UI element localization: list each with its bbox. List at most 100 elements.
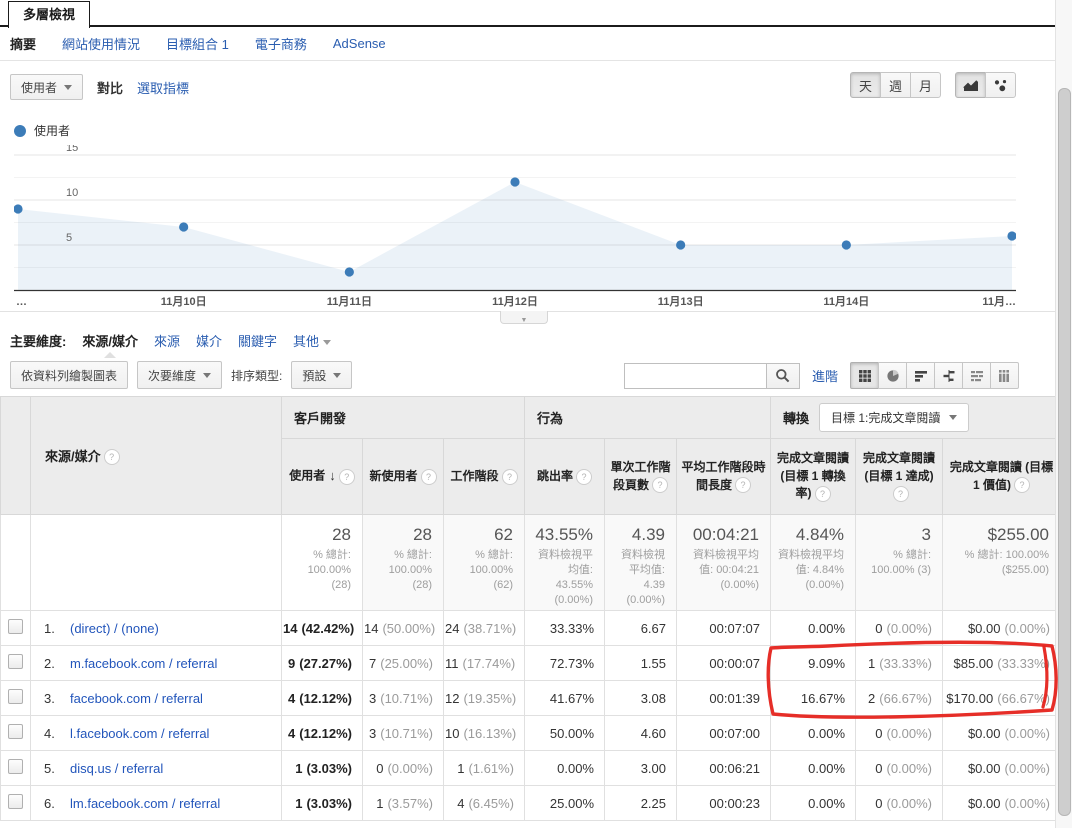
row-checkbox-cell <box>1 786 31 821</box>
percentage-view-button[interactable] <box>878 362 907 389</box>
advanced-filter-link[interactable]: 進階 <box>812 366 838 385</box>
svg-text:11月10日: 11月10日 <box>161 295 207 308</box>
metric-group-label: 轉換 <box>783 408 809 427</box>
metric-value: 9 <box>288 656 295 671</box>
subnav-adsense[interactable]: AdSense <box>333 36 386 51</box>
totals-dimension-cell <box>31 515 282 611</box>
comparison-view-button[interactable] <box>934 362 963 389</box>
help-icon <box>893 486 909 502</box>
sort-type-dropdown[interactable]: 預設 <box>291 361 352 389</box>
help-icon <box>502 469 518 485</box>
metric-value: 0 <box>875 726 882 741</box>
metric-value: 9.09% <box>808 656 845 671</box>
ga-explorer-page: 多層檢視 摘要 網站使用情況 目標組合 1 電子商務 AdSense 使用者 對… <box>0 0 1072 828</box>
row-checkbox[interactable] <box>8 794 23 809</box>
source-link[interactable]: disq.us / referral <box>70 761 163 776</box>
metric-value: 24 <box>445 621 459 636</box>
metric-cell: 72.73% <box>525 646 605 681</box>
search-input[interactable] <box>624 363 766 389</box>
performance-view-button[interactable] <box>906 362 935 389</box>
metric-group-header: 轉換目標 1:完成文章閱讀 <box>771 397 1061 439</box>
subnav-site-usage[interactable]: 網站使用情況 <box>62 34 140 53</box>
pivot-view-button[interactable] <box>990 362 1019 389</box>
dimension-source[interactable]: 來源 <box>154 331 180 350</box>
metric-percent: (3.03%) <box>306 796 352 811</box>
dimension-column-header[interactable]: 來源/媒介 <box>31 397 282 515</box>
tab-explorer[interactable]: 多層檢視 <box>8 1 90 28</box>
row-index: 5. <box>44 761 70 776</box>
metric-value: 0 <box>875 621 882 636</box>
chevron-down-icon <box>333 373 341 378</box>
granularity-month-button[interactable]: 月 <box>910 72 941 98</box>
totals-subtext: 資料檢視平均值: 4.39 (0.00%) <box>606 545 675 607</box>
vertical-scrollbar[interactable] <box>1055 0 1072 828</box>
metric-cell: 00:07:07 <box>677 611 771 646</box>
source-link[interactable]: l.facebook.com / referral <box>70 726 209 741</box>
motion-chart-button[interactable] <box>985 72 1016 98</box>
metric-column-header[interactable]: 使用者 <box>282 439 363 515</box>
metric-value: 00:07:07 <box>709 621 760 636</box>
metric-cell: 11(17.74%) <box>444 646 525 681</box>
scrollbar-thumb[interactable] <box>1058 88 1071 816</box>
metric-group-header: 客戶開發 <box>282 397 525 439</box>
plot-rows-button[interactable]: 依資料列繪製圖表 <box>10 361 128 389</box>
metric-cell: 3.00 <box>605 751 677 786</box>
chevron-down-icon <box>203 373 211 378</box>
subnav-ecommerce[interactable]: 電子商務 <box>255 34 307 53</box>
goal-selector-dropdown[interactable]: 目標 1:完成文章閱讀 <box>819 403 969 432</box>
data-point <box>345 267 354 276</box>
dimension-keyword[interactable]: 關鍵字 <box>238 331 277 350</box>
subnav-goal-set-1[interactable]: 目標組合 1 <box>166 34 229 53</box>
sort-descending-icon <box>329 468 336 483</box>
metric-cell: $0.00(0.00%) <box>943 716 1061 751</box>
metric-column-header[interactable]: 平均工作階段時間長度 <box>677 439 771 515</box>
metric-column-header[interactable]: 單次工作階段頁數 <box>605 439 677 515</box>
metric-value: 0 <box>875 796 882 811</box>
term-cloud-view-button[interactable] <box>962 362 991 389</box>
data-point <box>842 240 851 249</box>
legend-series-label: 使用者 <box>34 122 70 139</box>
source-link[interactable]: m.facebook.com / referral <box>70 656 217 671</box>
metric-value: 0 <box>875 761 882 776</box>
dimension-source-medium[interactable]: 來源/媒介 <box>82 331 138 350</box>
row-checkbox[interactable] <box>8 689 23 704</box>
source-link[interactable]: lm.facebook.com / referral <box>70 796 220 811</box>
metric-value: 10 <box>445 726 459 741</box>
search-button[interactable] <box>766 363 800 389</box>
table-view-button[interactable] <box>850 362 879 389</box>
series-dot-icon <box>14 125 26 137</box>
select-metric-link[interactable]: 選取指標 <box>137 78 189 97</box>
annotations-expand-handle[interactable] <box>500 311 548 324</box>
metric-cell: 41.67% <box>525 681 605 716</box>
metric-value: 41.67% <box>550 691 594 706</box>
metric-column-header[interactable]: 工作階段 <box>444 439 525 515</box>
metric-column-header[interactable]: 完成文章閱讀 (目標 1 達成) <box>856 439 943 515</box>
line-chart-button[interactable] <box>955 72 986 98</box>
row-checkbox[interactable] <box>8 724 23 739</box>
svg-text:11月11日: 11月11日 <box>327 295 372 308</box>
metric-value: 4.60 <box>641 726 666 741</box>
row-checkbox[interactable] <box>8 759 23 774</box>
granularity-week-button[interactable]: 週 <box>880 72 911 98</box>
metric-column-header[interactable]: 完成文章閱讀 (目標 1 價值) <box>943 439 1061 515</box>
metric-column-header[interactable]: 新使用者 <box>363 439 444 515</box>
source-link[interactable]: (direct) / (none) <box>70 621 159 636</box>
users-line-chart[interactable]: 51015…11月10日11月11日11月12日11月13日11月14日11月… <box>14 145 1016 310</box>
metric-selector-dropdown[interactable]: 使用者 <box>10 74 83 100</box>
totals-subtext: 資料檢視平均值: 4.84% (0.00%) <box>772 545 854 593</box>
metric-column-header[interactable]: 完成文章閱讀 (目標 1 轉換率) <box>771 439 856 515</box>
secondary-dimension-dropdown[interactable]: 次要維度 <box>137 361 222 389</box>
chevron-down-icon <box>323 340 331 345</box>
metric-cell: 14(50.00%) <box>363 611 444 646</box>
metric-column-header[interactable]: 跳出率 <box>525 439 605 515</box>
row-checkbox[interactable] <box>8 619 23 634</box>
dimension-medium[interactable]: 媒介 <box>196 331 222 350</box>
svg-text:11月14日: 11月14日 <box>823 295 869 308</box>
subnav-summary[interactable]: 摘要 <box>10 34 36 53</box>
granularity-day-button[interactable]: 天 <box>850 72 881 98</box>
dimension-other[interactable]: 其他 <box>293 331 331 350</box>
row-checkbox[interactable] <box>8 654 23 669</box>
metric-column-label: 完成文章閱讀 (目標 1 轉換率) <box>777 451 849 500</box>
row-dimension-cell: 2.m.facebook.com / referral <box>31 646 282 681</box>
source-link[interactable]: facebook.com / referral <box>70 691 203 706</box>
